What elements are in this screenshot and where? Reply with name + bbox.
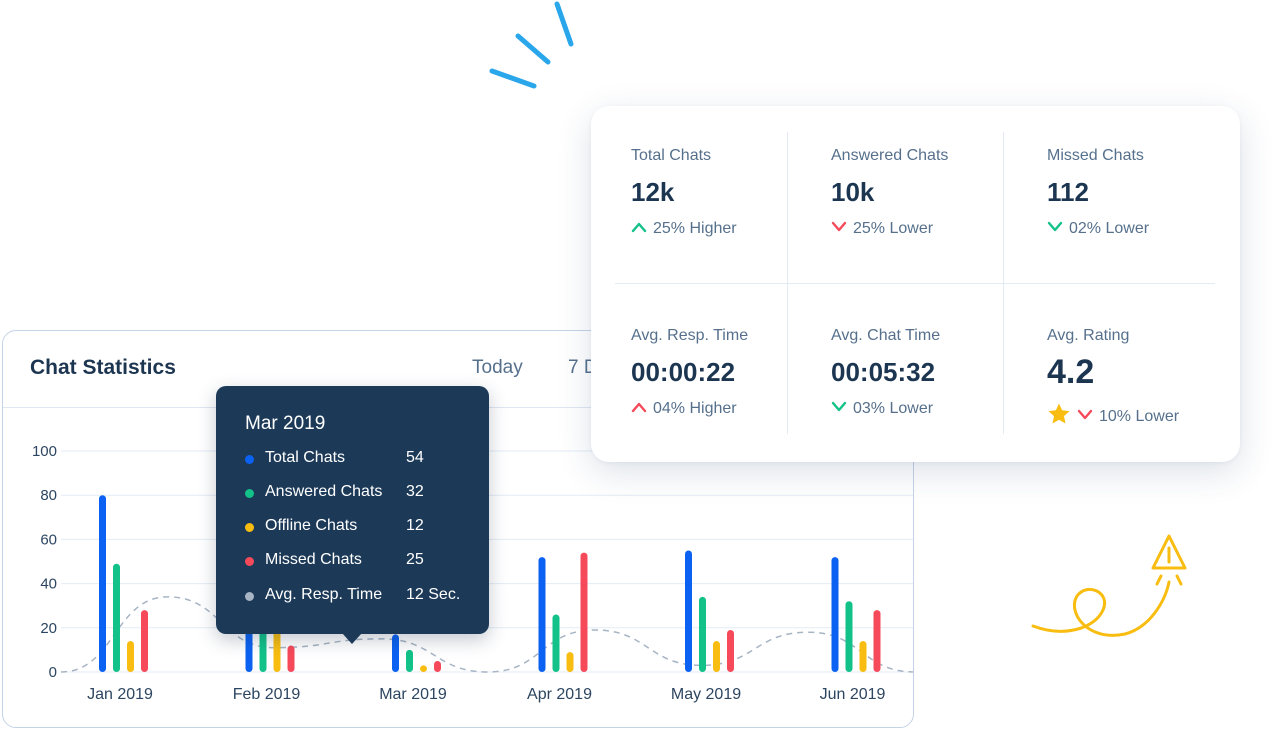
bar — [699, 596, 706, 672]
y-tick-label: 100 — [32, 443, 57, 460]
kpi-missed-chats: Missed Chats 112 02% Lower — [1047, 147, 1227, 257]
chevron-down-icon — [1077, 409, 1093, 420]
kpi-change: 25% Higher — [631, 220, 737, 238]
bar — [713, 641, 720, 672]
tooltip-label: Avg. Resp. Time — [265, 586, 383, 603]
bar — [406, 649, 413, 672]
bar — [434, 660, 441, 672]
legend-dot-icon — [245, 557, 254, 566]
x-tick-label: Feb 2019 — [233, 686, 301, 703]
kpi-avg-resp-time: Avg. Resp. Time 00:00:22 04% Higher — [631, 327, 811, 437]
y-tick-label: 40 — [40, 576, 57, 593]
chevron-up-icon — [631, 222, 647, 232]
range-tab-today[interactable]: Today — [472, 357, 523, 379]
tooltip-value: 32 — [406, 483, 424, 500]
kpi-label: Missed Chats — [1047, 147, 1144, 164]
bar — [552, 614, 560, 672]
spark-decoration-icon — [489, 1, 574, 89]
tooltip-value: 12 — [406, 517, 424, 534]
chevron-down-icon — [831, 401, 847, 411]
star-icon — [1048, 403, 1070, 424]
x-tick-label: Mar 2019 — [379, 686, 447, 703]
bar — [141, 610, 148, 672]
kpi-value: 00:00:22 — [631, 357, 736, 387]
bar — [420, 665, 427, 672]
kpi-avg-rating: Avg. Rating 4.2 10% Lower — [1047, 327, 1227, 437]
kpi-change: 04% Higher — [631, 400, 737, 418]
kpi-change-text: 04% Higher — [653, 400, 737, 417]
kpi-label: Answered Chats — [831, 147, 949, 164]
kpi-value: 10k — [831, 177, 875, 207]
tooltip-value: 12 Sec. — [406, 586, 461, 603]
kpi-label: Avg. Resp. Time — [631, 327, 749, 344]
legend-dot-icon — [245, 455, 254, 464]
kpi-value: 112 — [1047, 177, 1089, 207]
kpi-change-text: 25% Lower — [853, 220, 934, 237]
divider — [615, 283, 1215, 284]
kpi-total-chats: Total Chats 12k 25% Higher — [631, 147, 811, 257]
bar — [845, 601, 853, 672]
chevron-down-icon — [1047, 221, 1063, 231]
kpi-change-text: 10% Lower — [1099, 408, 1180, 426]
y-tick-label: 60 — [40, 531, 57, 548]
bar — [538, 557, 546, 672]
tooltip-row-offline-chats: Offline Chats 12 — [245, 517, 485, 539]
kpi-value: 00:05:32 — [831, 357, 936, 387]
tooltip-value: 25 — [406, 551, 424, 568]
tooltip-value: 54 — [406, 449, 424, 466]
tooltip-row-missed-chats: Missed Chats 25 — [245, 551, 485, 573]
kpi-change: 03% Lower — [831, 400, 933, 418]
kpi-summary-card: Total Chats 12k 25% Higher Answered Chat… — [591, 106, 1240, 462]
chart-tooltip: Mar 2019 Total Chats 54 Answered Chats 3… — [216, 386, 489, 644]
tooltip-row-answered-chats: Answered Chats 32 — [245, 483, 485, 505]
kpi-change-text: 02% Lower — [1069, 220, 1150, 237]
chevron-up-icon — [631, 402, 647, 412]
legend-dot-icon — [245, 489, 254, 498]
tooltip-row-total-chats: Total Chats 54 — [245, 449, 485, 471]
y-tick-label: 20 — [40, 620, 57, 637]
kpi-change: 25% Lower — [831, 220, 933, 238]
bar — [127, 641, 134, 672]
bar — [873, 610, 881, 672]
panel-title: Chat Statistics — [30, 356, 176, 379]
bar — [859, 641, 867, 672]
y-tick-label: 80 — [40, 487, 57, 504]
kpi-change: 10% Lower — [1047, 403, 1180, 429]
tooltip-label: Answered Chats — [265, 483, 383, 500]
bar — [113, 563, 120, 672]
kpi-label: Avg. Chat Time — [831, 327, 941, 344]
x-tick-label: May 2019 — [671, 686, 741, 703]
x-tick-label: Jun 2019 — [820, 686, 886, 703]
kpi-avg-chat-time: Avg. Chat Time 00:05:32 03% Lower — [831, 327, 1011, 437]
x-tick-label: Apr 2019 — [527, 686, 592, 703]
kpi-change-text: 03% Lower — [853, 400, 934, 417]
kpi-value: 4.2 — [1047, 353, 1095, 391]
kpi-label: Total Chats — [631, 147, 712, 164]
tooltip-label: Total Chats — [265, 449, 346, 466]
bar — [287, 645, 295, 672]
kpi-value: 12k — [631, 177, 675, 207]
x-tick-label: Jan 2019 — [87, 686, 153, 703]
tooltip-label: Missed Chats — [265, 551, 362, 568]
bar — [99, 495, 106, 672]
bar — [685, 550, 692, 672]
tooltip-label: Offline Chats — [265, 517, 358, 534]
tooltip-title: Mar 2019 — [245, 413, 326, 434]
bar — [566, 652, 574, 672]
legend-dot-icon — [245, 523, 254, 532]
bar — [831, 557, 839, 672]
kpi-answered-chats: Answered Chats 10k 25% Lower — [831, 147, 1011, 257]
paper-plane-icon — [1031, 534, 1187, 637]
kpi-label: Avg. Rating — [1047, 327, 1130, 344]
bar — [727, 630, 734, 672]
y-tick-label: 0 — [49, 664, 57, 681]
chevron-down-icon — [831, 221, 847, 231]
tooltip-row-avg-resp-time: Avg. Resp. Time 12 Sec. — [245, 586, 485, 608]
kpi-change: 02% Lower — [1047, 220, 1149, 238]
kpi-change-text: 25% Higher — [653, 220, 737, 237]
bar — [580, 552, 588, 672]
bar — [392, 634, 399, 672]
legend-dot-icon — [245, 592, 254, 601]
